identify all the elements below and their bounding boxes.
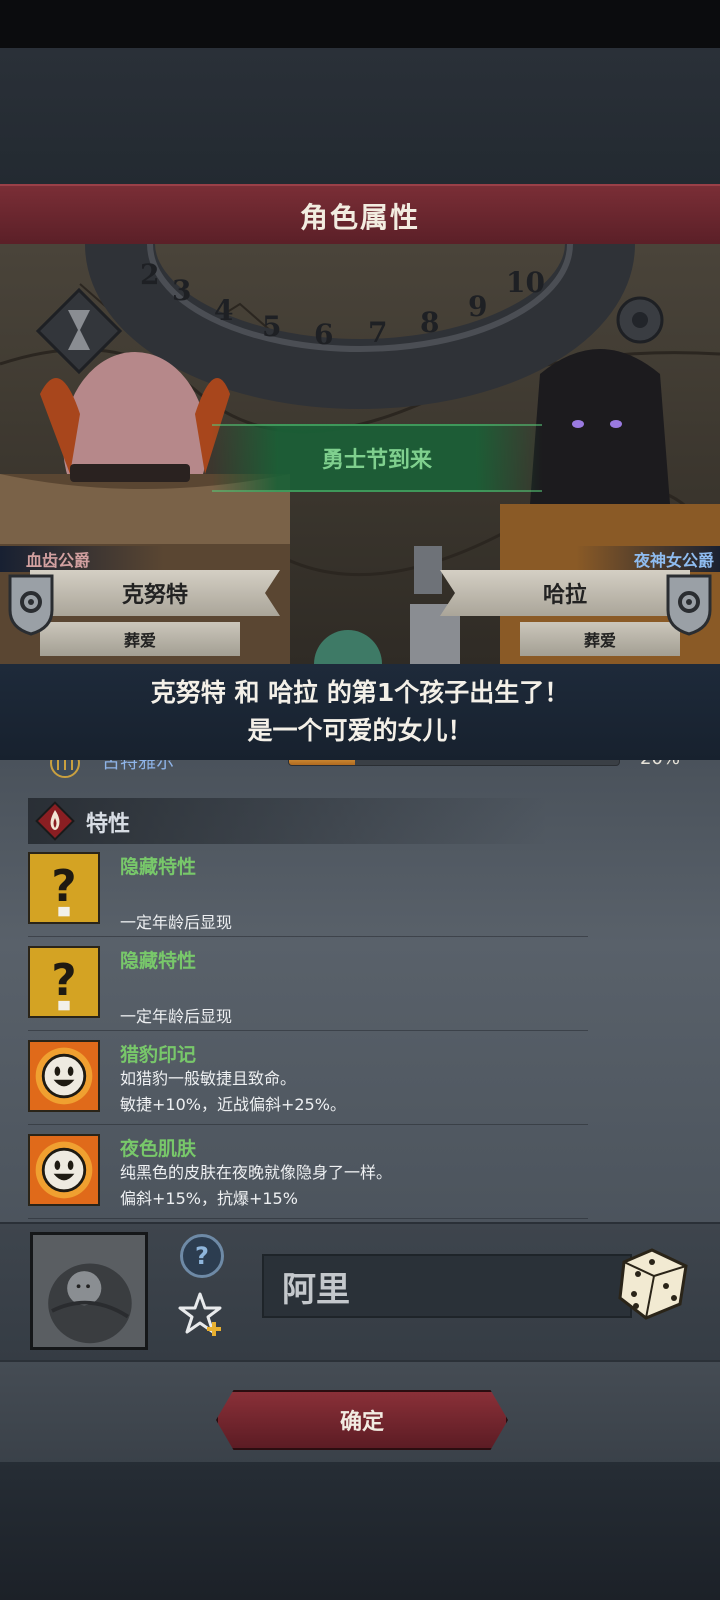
status-bar: [0, 0, 720, 48]
wheel-number: 2: [140, 258, 160, 291]
trait-name: 隐藏特性: [120, 950, 197, 972]
father-relation: 葬爱: [123, 631, 156, 650]
page-title: 角色属性: [299, 201, 420, 234]
question-mark-icon: ?: [28, 946, 100, 1018]
dimmed-background: [0, 48, 720, 184]
parents-scene: 2 3 4 5 6 7 8 9 10 勇士节到来 血齿公爵 夜神女公爵 克努特 …: [0, 244, 720, 664]
father-crest-shield-icon[interactable]: [8, 574, 54, 636]
mother-crest-shield-icon[interactable]: [666, 574, 712, 636]
svg-text:?: ?: [51, 862, 76, 912]
father-name: 克努特: [121, 583, 188, 608]
event-banner-label: 勇士节到来: [321, 448, 432, 473]
question-mark-icon: ?: [28, 852, 100, 924]
father-relation-plate: 葬爱: [40, 622, 240, 656]
relationship-progress-fill: [289, 760, 355, 765]
wheel-number: 8: [420, 306, 440, 339]
confirm-button[interactable]: 确定: [216, 1390, 508, 1450]
wheel-number: 5: [262, 310, 282, 343]
traits-section-header: 特性: [28, 798, 548, 844]
mother-relation-plate: 葬爱: [520, 622, 680, 656]
wheel-number: 4: [214, 294, 234, 327]
clan-emblem-icon: [50, 760, 80, 778]
birth-announcement: 克努特 和 哈拉 的第1个孩子出生了！ 是一个可爱的女儿！: [0, 664, 720, 762]
star-plus-icon[interactable]: [178, 1290, 226, 1338]
mother-name: 哈拉: [542, 583, 587, 608]
wheel-number: 3: [172, 274, 192, 307]
trait-item[interactable]: ? 隐藏特性 一定年龄后显现: [28, 848, 588, 937]
traits-panel[interactable]: 古特雅尔 20% 特性 ? 隐藏特性 一定年龄后显现 ? 隐藏特性 一定年龄后显…: [0, 760, 720, 1222]
page-title-banner: 角色属性: [0, 184, 720, 248]
trait-name: 夜色肌肤: [120, 1138, 197, 1160]
mother-name-plate[interactable]: 哈拉: [440, 570, 690, 616]
trait-item[interactable]: 夜色肌肤 纯黑色的皮肤在夜晚就像隐身了一样。 偏斜+15%，抗爆+15%: [28, 1130, 588, 1219]
child-portrait: [30, 1232, 148, 1350]
child-naming-area: ? 阿里: [0, 1222, 720, 1362]
father-name-plate[interactable]: 克努特: [30, 570, 280, 616]
confirm-bar: 确定: [0, 1360, 720, 1464]
smiley-sun-icon: [28, 1040, 100, 1112]
wheel-number: 7: [368, 316, 388, 349]
relationship-progress-bar: [288, 760, 620, 766]
smiley-sun-icon: [28, 1134, 100, 1206]
relationship-name: 古特雅尔: [102, 760, 174, 773]
trait-item[interactable]: 猎豹印记 如猎豹一般敏捷且致命。 敏捷+10%，近战偏斜+25%。: [28, 1036, 588, 1125]
trait-name: 猎豹印记: [120, 1044, 197, 1066]
announcement-line-2: 是一个可爱的女儿！: [247, 716, 473, 745]
mother-relation: 葬爱: [583, 631, 616, 650]
child-name-input[interactable]: 阿里: [262, 1254, 632, 1318]
trait-description: 纯黑色的皮肤在夜晚就像隐身了一样。 偏斜+15%，抗爆+15%: [120, 1163, 393, 1208]
traits-section-label: 特性: [86, 812, 131, 837]
relationship-row: 古特雅尔 20%: [0, 760, 720, 788]
flame-icon: [35, 801, 75, 841]
trait-description: 一定年龄后显现: [120, 913, 233, 932]
wheel-number: 9: [468, 290, 488, 323]
dice-randomize-icon[interactable]: [614, 1246, 690, 1322]
wheel-number: 6: [314, 318, 334, 351]
confirm-button-label: 确定: [339, 1410, 384, 1435]
announcement-line-1: 克努特 和 哈拉 的第1个孩子出生了！: [150, 678, 570, 707]
trait-help-button[interactable]: ?: [180, 1234, 224, 1278]
svg-text:?: ?: [51, 956, 76, 1006]
wheel-number: 10: [506, 266, 545, 299]
trait-item[interactable]: ? 隐藏特性 一定年龄后显现: [28, 942, 588, 1031]
relationship-percent: 20%: [640, 760, 680, 769]
trait-name: 隐藏特性: [120, 856, 197, 878]
trait-description: 一定年龄后显现: [120, 1007, 233, 1026]
event-banner: 勇士节到来: [212, 424, 542, 492]
dimmed-background-bottom: [0, 1462, 720, 1600]
father-title: 血齿公爵: [0, 546, 164, 572]
trait-description: 如猎豹一般敏捷且致命。 敏捷+10%，近战偏斜+25%。: [120, 1069, 346, 1114]
mother-title: 夜神女公爵: [576, 546, 720, 572]
